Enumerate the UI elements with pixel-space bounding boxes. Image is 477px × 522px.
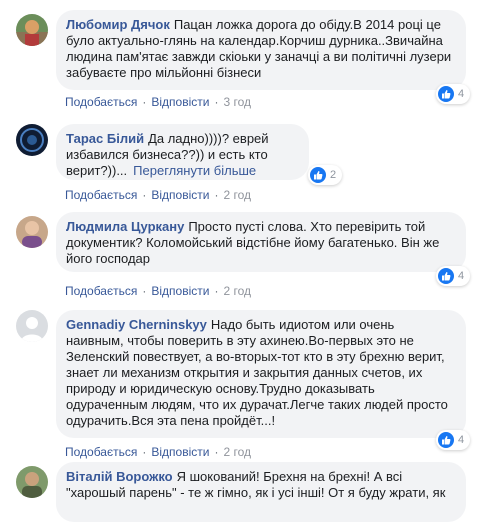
comment-text: Надо быть идиотом или очень наивным, что…	[66, 317, 448, 428]
reaction-number: 4	[458, 434, 465, 446]
like-link[interactable]: Подобається	[65, 188, 137, 202]
comment-time[interactable]: 2 год	[223, 284, 251, 298]
like-reaction-icon	[310, 167, 326, 183]
like-link[interactable]: Подобається	[65, 445, 137, 459]
comment-actions: Подобається · Відповісти · 2 год	[65, 284, 251, 298]
comment-bubble: Тарас Білий Да ладно))))? еврей избавился…	[56, 124, 309, 180]
comment-author[interactable]: Gennadiy Cherninskyy	[66, 317, 207, 332]
avatar[interactable]	[16, 216, 48, 248]
comment-actions: Подобається · Відповісти · 2 год	[65, 445, 251, 459]
reply-link[interactable]: Відповісти	[151, 188, 209, 202]
like-reaction-icon	[438, 268, 454, 284]
comment-author[interactable]: Тарас Білий	[66, 131, 144, 146]
default-avatar	[16, 310, 48, 342]
reaction-number: 4	[458, 270, 465, 282]
like-reaction-icon	[438, 432, 454, 448]
comment-bubble: Віталій Ворожко Я шокований! Брехня на бр…	[56, 462, 466, 522]
reply-link[interactable]: Відповісти	[151, 284, 209, 298]
comment-author[interactable]: Любомир Дячок	[66, 17, 170, 32]
comment-time[interactable]: 2 год	[223, 188, 251, 202]
comment-time[interactable]: 3 год	[223, 95, 251, 109]
comment-author[interactable]: Людмила Цуркану	[66, 219, 184, 234]
reaction-number: 2	[330, 169, 337, 181]
like-link[interactable]: Подобається	[65, 284, 137, 298]
user-photo-avatar	[16, 466, 48, 498]
like-link[interactable]: Подобається	[65, 95, 137, 109]
reaction-number: 4	[458, 88, 465, 100]
reaction-count[interactable]: 4	[436, 430, 471, 450]
reaction-count[interactable]: 4	[436, 266, 471, 286]
avatar[interactable]	[16, 14, 48, 46]
comment-time[interactable]: 2 год	[223, 445, 251, 459]
reaction-count[interactable]: 2	[308, 165, 343, 185]
user-photo-avatar	[16, 216, 48, 248]
see-more-link[interactable]: Переглянути більше	[133, 163, 256, 178]
comment-author[interactable]: Віталій Ворожко	[66, 469, 173, 484]
comment-actions: Подобається · Відповісти · 3 год	[65, 95, 251, 109]
user-photo-avatar	[16, 124, 48, 156]
reaction-count[interactable]: 4	[436, 84, 471, 104]
avatar[interactable]	[16, 466, 48, 498]
comment-bubble: Людмила Цуркану Просто пусті слова. Хто п…	[56, 212, 466, 272]
comment-bubble: Любомир Дячок Пацан ложка дорога до обіду…	[56, 10, 466, 90]
like-reaction-icon	[438, 86, 454, 102]
avatar[interactable]	[16, 310, 48, 342]
comment-bubble: Gennadiy Cherninskyy Надо быть идиотом ил…	[56, 310, 466, 438]
comment-actions: Подобається · Відповісти · 2 год	[65, 188, 251, 202]
reply-link[interactable]: Відповісти	[151, 445, 209, 459]
user-photo-avatar	[16, 14, 48, 46]
avatar[interactable]	[16, 124, 48, 156]
reply-link[interactable]: Відповісти	[151, 95, 209, 109]
